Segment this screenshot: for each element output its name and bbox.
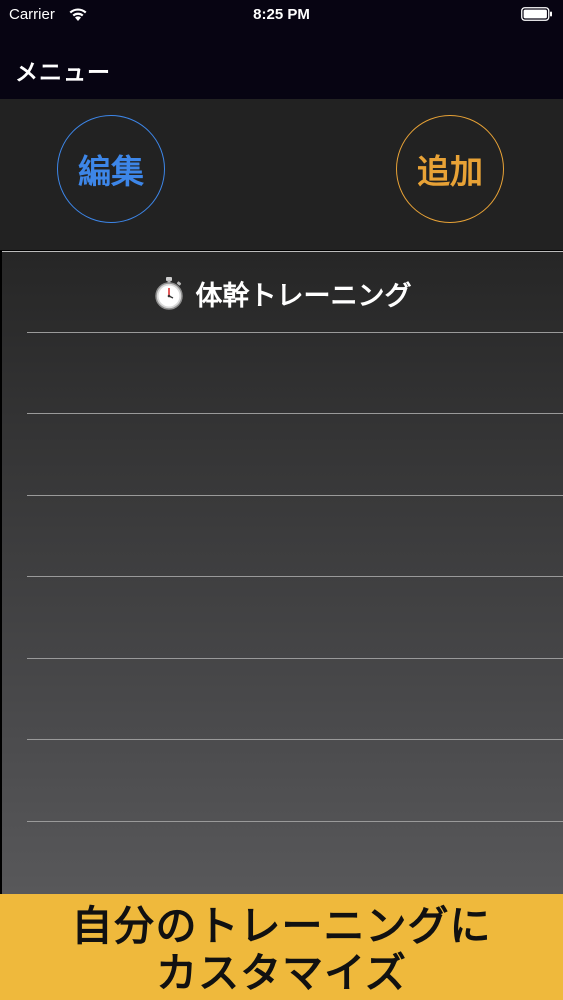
promo-banner: 自分のトレーニングに カスタマイズ: [0, 894, 563, 1000]
list-row[interactable]: [27, 821, 563, 902]
list-row[interactable]: [27, 739, 563, 820]
promo-line-2: カスタマイズ: [156, 949, 407, 997]
nav-title: メニュー: [15, 60, 111, 86]
list-header-title: 体幹トレーニング: [195, 280, 412, 312]
list-header[interactable]: 体幹トレーニング: [2, 272, 563, 314]
row-divider: [27, 495, 563, 496]
row-divider: [27, 413, 563, 414]
toolbar: 編集 追加: [0, 99, 563, 250]
list-row[interactable]: [27, 658, 563, 739]
row-divider: [27, 821, 563, 822]
list-row[interactable]: [27, 413, 563, 494]
training-list: 体幹トレーニング: [2, 251, 563, 894]
stopwatch-icon: [154, 277, 183, 310]
row-divider: [27, 739, 563, 740]
add-button[interactable]: 追加: [396, 115, 504, 223]
list-row[interactable]: [27, 495, 563, 576]
navigation-bar: メニュー: [0, 30, 563, 99]
row-divider: [27, 658, 563, 659]
row-divider: [27, 576, 563, 577]
row-divider: [27, 332, 563, 333]
battery-icon: [521, 7, 552, 21]
list-row[interactable]: [27, 576, 563, 657]
list-row[interactable]: [27, 332, 563, 413]
status-bar: Carrier 8:25 PM: [0, 0, 563, 30]
edit-button[interactable]: 編集: [57, 115, 165, 223]
promo-line-1: 自分のトレーニングに: [71, 902, 492, 950]
status-time: 8:25 PM: [253, 6, 310, 23]
